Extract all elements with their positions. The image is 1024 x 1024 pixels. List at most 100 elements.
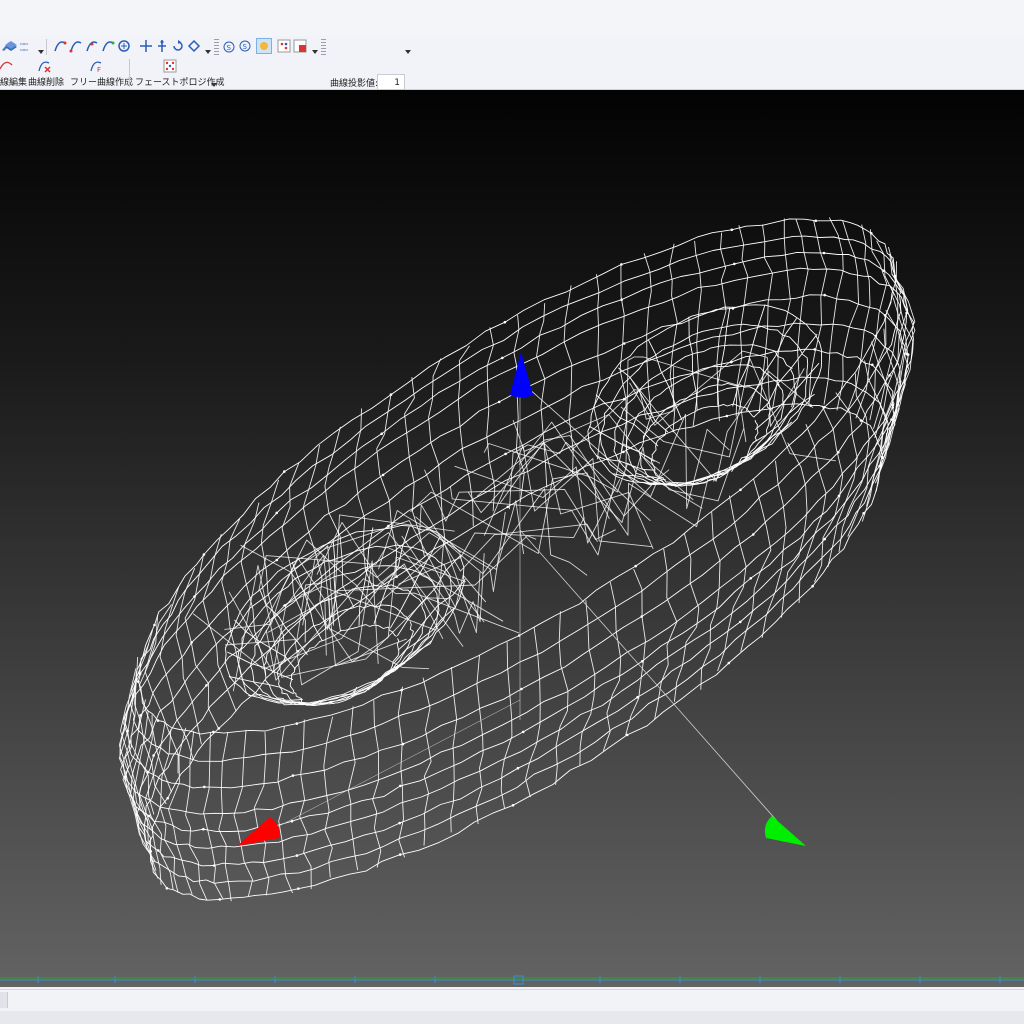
- mesh-vertex: [295, 854, 299, 857]
- chevron-down-icon[interactable]: [38, 50, 44, 54]
- move-icon[interactable]: [155, 39, 169, 53]
- mesh-curve[interactable]: [254, 539, 449, 643]
- mesh-curve[interactable]: [855, 229, 888, 419]
- mesh-vertex: [837, 451, 840, 454]
- rotate-icon[interactable]: [171, 39, 185, 53]
- mesh-vertex: [622, 450, 625, 454]
- mesh-vertex: [283, 470, 286, 473]
- mesh-curve[interactable]: [508, 441, 651, 522]
- mesh-vertex: [636, 696, 639, 699]
- mesh-curve[interactable]: [450, 667, 458, 833]
- mesh-curve[interactable]: [673, 533, 700, 702]
- mesh-vertex: [395, 575, 398, 578]
- mesh-curve[interactable]: [457, 345, 474, 527]
- mesh-curve[interactable]: [376, 395, 398, 578]
- scene-canvas[interactable]: [0, 90, 1024, 987]
- mesh-vertex: [126, 729, 129, 733]
- curve-point-icon[interactable]: [53, 39, 67, 53]
- mesh-curve[interactable]: [168, 727, 193, 895]
- mesh-curve[interactable]: [638, 382, 772, 487]
- mesh-vertex: [152, 754, 155, 757]
- axis-y-arrow[interactable]: [764, 816, 806, 846]
- move-icon[interactable]: [139, 39, 153, 53]
- timeline-ruler[interactable]: [0, 974, 1024, 990]
- mesh-curve[interactable]: [654, 548, 678, 720]
- toolbar-grip[interactable]: [214, 39, 219, 55]
- ribbon-edit-label[interactable]: 線編集: [0, 75, 27, 88]
- rotate-icon[interactable]: [117, 39, 131, 53]
- mesh-curve[interactable]: [138, 614, 173, 793]
- mesh-curve[interactable]: [454, 465, 621, 544]
- mesh-curve[interactable]: [221, 518, 248, 694]
- mesh-curve[interactable]: [124, 251, 908, 789]
- chevron-down-icon[interactable]: [205, 50, 211, 54]
- ribbon-delete-label[interactable]: 曲線削除: [28, 75, 64, 88]
- axis-z-arrow[interactable]: [510, 352, 533, 398]
- mesh-vertex: [153, 623, 156, 627]
- diamond-icon[interactable]: [187, 39, 201, 53]
- mesh-curve[interactable]: [323, 716, 334, 878]
- mesh-curve[interactable]: [224, 524, 465, 704]
- mesh-vertex: [506, 505, 510, 509]
- chevron-down-icon[interactable]: [405, 50, 411, 54]
- chevron-down-icon[interactable]: [312, 50, 318, 54]
- mesh-vertex: [622, 342, 626, 345]
- mesh-vertex: [516, 766, 520, 770]
- edit-curve-icon[interactable]: [0, 59, 14, 73]
- status-grip[interactable]: [0, 992, 8, 1008]
- snap-icon[interactable]: S: [222, 39, 236, 53]
- curve-point-icon[interactable]: [101, 39, 115, 53]
- mesh-curve[interactable]: [137, 218, 897, 735]
- mesh-curve[interactable]: [175, 568, 202, 745]
- mesh-curve[interactable]: [717, 495, 747, 672]
- mesh-vertex: [275, 511, 279, 515]
- mesh-vertex: [620, 298, 623, 302]
- wireframe-mesh[interactable]: [118, 217, 916, 902]
- mesh-curve[interactable]: [202, 533, 237, 712]
- toolbar-grip[interactable]: [321, 39, 326, 55]
- projection-label: 曲線投影値:: [330, 79, 379, 89]
- curve-point-icon[interactable]: [69, 39, 83, 53]
- mesh-curve[interactable]: [486, 327, 496, 512]
- mesh-curve[interactable]: [277, 726, 293, 894]
- mesh-vertex: [882, 269, 886, 273]
- mesh-vertex: [749, 577, 752, 580]
- mesh-curve[interactable]: [599, 323, 809, 485]
- mesh-vertex: [401, 742, 405, 746]
- mesh-vertex: [149, 850, 152, 853]
- mesh-curve[interactable]: [358, 527, 374, 626]
- mesh-curve[interactable]: [692, 240, 702, 427]
- mesh-curve[interactable]: [625, 568, 646, 736]
- mesh-curve[interactable]: [593, 274, 601, 460]
- mesh-curve[interactable]: [218, 731, 232, 902]
- mesh-curve[interactable]: [827, 392, 858, 568]
- chevron-down-icon[interactable]: [211, 83, 217, 87]
- mesh-curve[interactable]: [740, 478, 772, 652]
- mesh-curve[interactable]: [823, 217, 844, 405]
- free-curve-icon[interactable]: F: [90, 59, 104, 73]
- mesh-curve[interactable]: [253, 732, 270, 896]
- mesh-vertex: [625, 733, 629, 737]
- curve-point-icon[interactable]: [85, 39, 99, 53]
- grid-icon[interactable]: [277, 39, 291, 53]
- mesh-curve[interactable]: [299, 719, 312, 890]
- snap-icon[interactable]: S: [238, 39, 252, 53]
- mesh-curve[interactable]: [203, 732, 224, 899]
- grid-icon[interactable]: [293, 39, 307, 53]
- mesh-curve[interactable]: [838, 373, 870, 552]
- mesh-vertex: [813, 348, 816, 351]
- ribbon-free-label[interactable]: フリー曲線作成: [70, 75, 133, 88]
- mesh-vertex: [139, 714, 142, 717]
- mesh-curve[interactable]: [620, 358, 836, 462]
- curve-text-icon[interactable]: ▫▫▫ ▫▫▫: [20, 39, 34, 53]
- mesh-curve[interactable]: [185, 730, 208, 901]
- mesh-curve[interactable]: [332, 540, 341, 632]
- projection-value-input[interactable]: 1: [377, 74, 405, 90]
- mesh-curve[interactable]: [847, 224, 871, 412]
- mesh-curve[interactable]: [814, 405, 844, 583]
- layer-icon[interactable]: [4, 39, 18, 53]
- face-topology-icon[interactable]: [163, 59, 177, 73]
- 3d-viewport[interactable]: [0, 90, 1024, 987]
- shade-icon[interactable]: [256, 38, 272, 54]
- delete-curve-icon[interactable]: [38, 59, 52, 73]
